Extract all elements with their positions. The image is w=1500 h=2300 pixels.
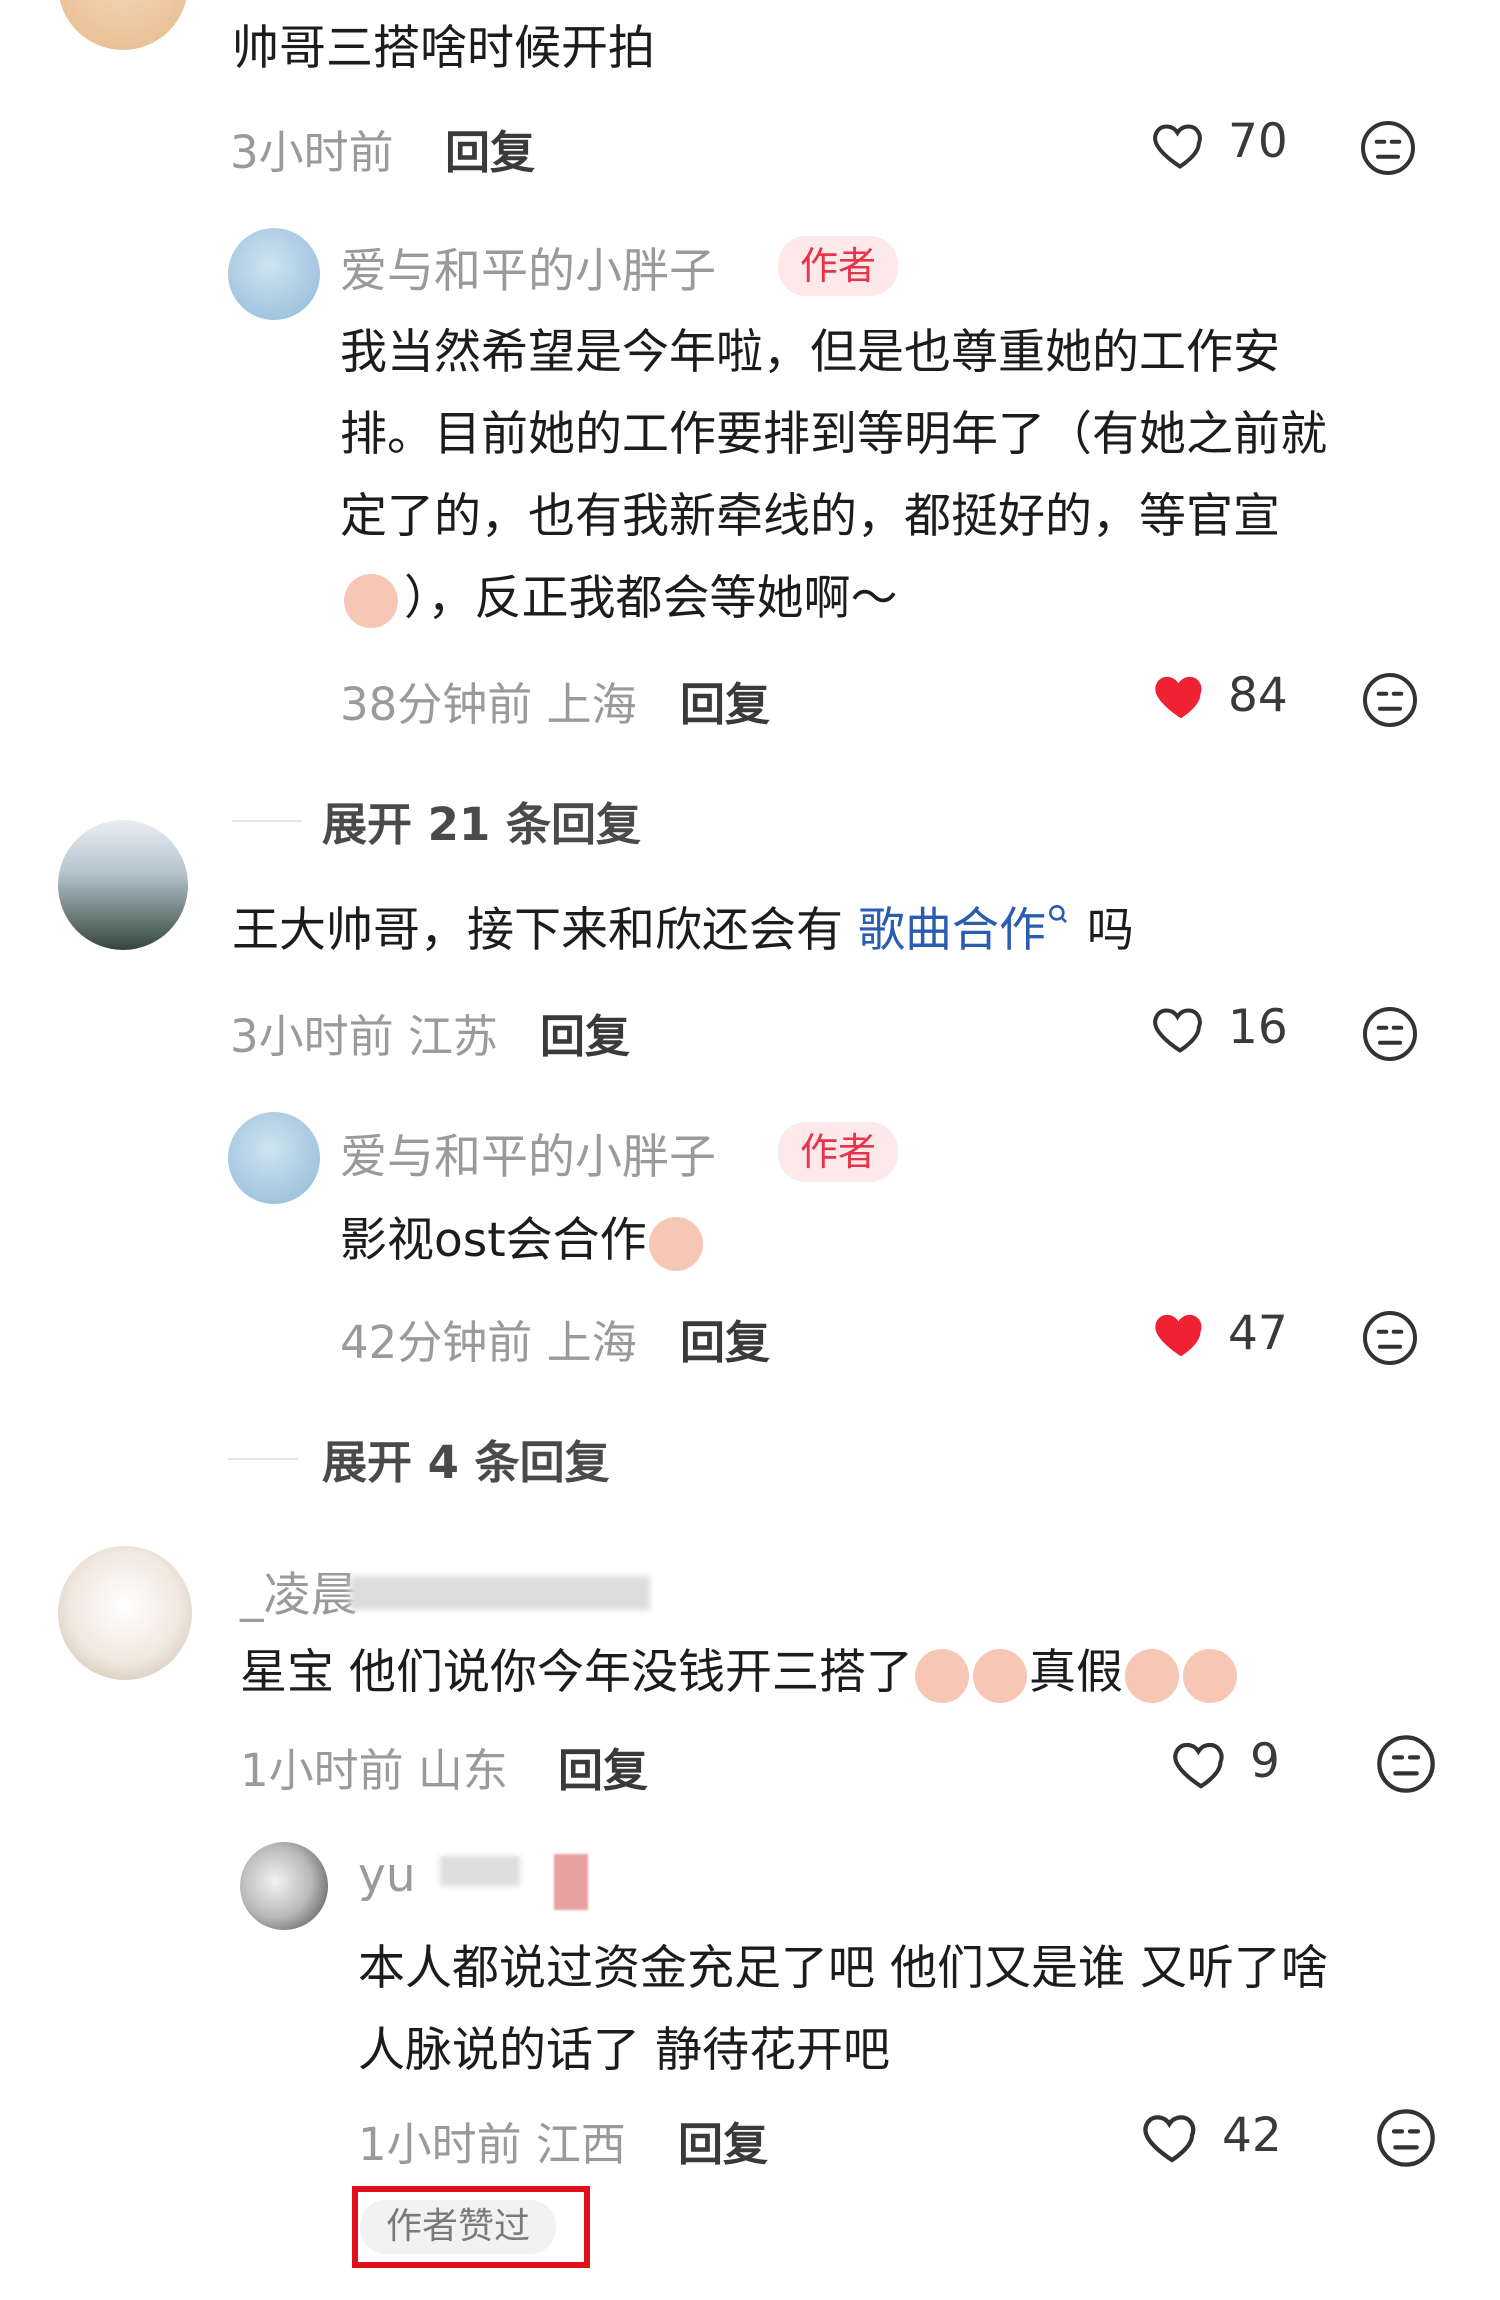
like-count: 84 <box>1228 668 1288 723</box>
like-count: 16 <box>1228 1000 1288 1055</box>
emoji-icon <box>648 1216 703 1271</box>
avatar[interactable] <box>58 1546 192 1680</box>
avatar[interactable] <box>228 228 320 320</box>
reply-text-line: 我当然希望是今年啦，但是也尊重她的工作安 <box>340 325 1280 380</box>
dislike-button[interactable] <box>1358 118 1418 178</box>
comment-text-part: 王大帅哥，接下来和欣还会有 <box>232 903 858 958</box>
search-small-icon[interactable] <box>1046 902 1072 928</box>
comment-username[interactable]: _凌晨 <box>240 1556 358 1625</box>
avatar[interactable] <box>228 1112 320 1204</box>
like-button[interactable] <box>1150 998 1210 1058</box>
heart-filled-icon <box>1155 676 1202 719</box>
comment-text: 星宝 他们说你今年没钱开三搭了 真假 <box>240 1632 1239 1713</box>
expand-replies-button[interactable]: 展开 4 条回复 <box>322 1426 610 1491</box>
reply-text-line: 人脉说的话了 静待花开吧 <box>358 2023 890 2078</box>
emoji-icon <box>914 1648 969 1703</box>
reply-button[interactable]: 回复 <box>678 2108 768 2173</box>
comment-time: 1小时前 山东 <box>240 1744 508 1797</box>
like-button[interactable] <box>1140 2104 1204 2168</box>
like-button[interactable] <box>1170 1732 1232 1794</box>
heart-outline-icon <box>1173 1742 1224 1789</box>
like-count: 42 <box>1222 2108 1282 2163</box>
like-button[interactable] <box>1150 1302 1212 1364</box>
heart-outline-icon <box>1153 124 1202 169</box>
comment-text-part: 吗 <box>1071 903 1134 958</box>
emoji-icon <box>972 1648 1027 1703</box>
reply-username[interactable]: 爱与和平的小胖子 <box>340 232 716 301</box>
heart-outline-icon <box>1143 2115 1196 2163</box>
heart-filled-icon <box>1155 1314 1202 1357</box>
dislike-face-icon <box>1377 1735 1435 1793</box>
reply-time: 42分钟前 上海 <box>340 1316 637 1369</box>
avatar[interactable] <box>240 1842 328 1930</box>
redacted-username <box>350 1576 650 1610</box>
expand-replies-button[interactable]: 展开 21 条回复 <box>322 788 641 853</box>
comment-text-part: 真假 <box>1028 1645 1123 1700</box>
reply-text-line: 定了的，也有我新牵线的，都挺好的，等官宣 <box>340 489 1280 544</box>
comment-time: 3小时前 江苏 <box>230 1010 498 1063</box>
highlight-box <box>352 2186 590 2268</box>
dislike-button[interactable] <box>1360 1308 1420 1368</box>
reply-time: 38分钟前 上海 <box>340 678 637 731</box>
divider <box>232 820 302 822</box>
reply-button[interactable]: 回复 <box>680 1306 770 1371</box>
emoji-icon <box>1124 1648 1179 1703</box>
dislike-face-icon <box>1363 1311 1417 1365</box>
like-count: 70 <box>1228 114 1288 169</box>
reply-button[interactable]: 回复 <box>558 1734 648 1799</box>
reply-button[interactable]: 回复 <box>680 668 770 733</box>
reply-text-line: 本人都说过资金充足了吧 他们又是谁 又听了啥 <box>358 1941 1328 1996</box>
emoji-icon <box>344 574 398 628</box>
reply-button[interactable]: 回复 <box>445 116 535 181</box>
emoji-icon <box>1182 1648 1237 1703</box>
comment-text-part: 星宝 他们说你今年没钱开三搭了 <box>240 1645 913 1700</box>
reply-time: 1小时前 江西 <box>358 2118 626 2171</box>
comment-text: 王大帅哥，接下来和欣还会有 歌曲合作 吗 <box>232 890 1134 971</box>
reply-text-part: 影视ost会合作 <box>340 1213 647 1268</box>
redacted-badge <box>554 1854 588 1910</box>
avatar[interactable] <box>58 820 188 950</box>
reply-username[interactable]: yu <box>358 1848 416 1903</box>
reply-button[interactable]: 回复 <box>540 1000 630 1065</box>
dislike-button[interactable] <box>1360 670 1420 730</box>
reply-username[interactable]: 爱与和平的小胖子 <box>340 1118 716 1187</box>
redacted-username <box>440 1856 520 1886</box>
like-count: 9 <box>1250 1734 1280 1789</box>
dislike-button[interactable] <box>1374 1732 1438 1796</box>
dislike-face-icon <box>1377 2109 1435 2167</box>
comment-time: 3小时前 <box>230 126 394 179</box>
dislike-button[interactable] <box>1360 1004 1420 1064</box>
reply-text-line: ），反正我都会等她啊～ <box>404 571 898 626</box>
dislike-button[interactable] <box>1374 2106 1438 2170</box>
like-button[interactable] <box>1150 114 1210 174</box>
reply-text-line: 排。目前她的工作要排到等明年了（有她之前就 <box>340 407 1327 462</box>
search-link[interactable]: 歌曲合作 <box>858 903 1046 958</box>
dislike-face-icon <box>1363 673 1417 727</box>
like-count: 47 <box>1228 1306 1288 1361</box>
dislike-face-icon <box>1363 1007 1417 1061</box>
author-badge: 作者 <box>778 1122 899 1182</box>
divider <box>228 1458 298 1460</box>
reply-text: 影视ost会合作 <box>340 1200 705 1281</box>
heart-outline-icon <box>1153 1008 1202 1053</box>
like-button[interactable] <box>1150 664 1212 726</box>
avatar[interactable] <box>58 0 188 50</box>
author-badge: 作者 <box>778 236 899 296</box>
comment-text: 帅哥三搭啥时候开拍 <box>232 21 655 76</box>
dislike-face-icon <box>1361 121 1415 175</box>
